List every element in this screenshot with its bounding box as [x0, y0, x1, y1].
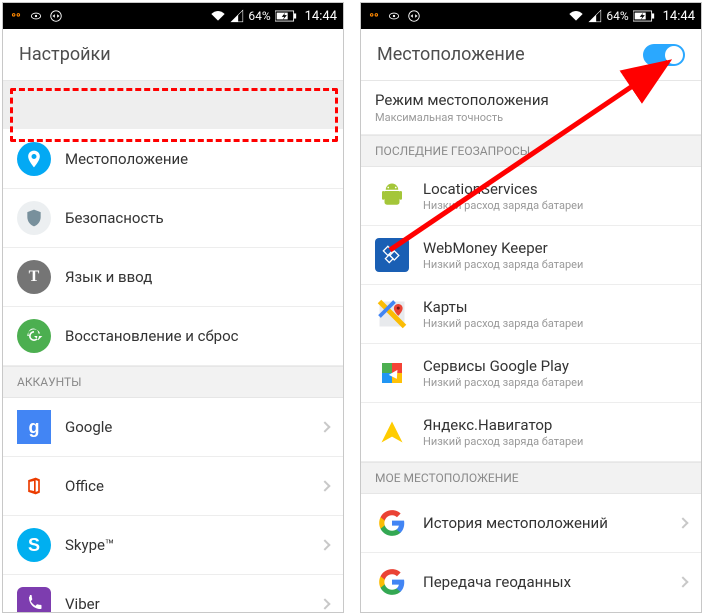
owl-icon [9, 9, 23, 23]
clock: 14:44 [305, 9, 337, 24]
section-accounts: АККАУНТЫ [3, 366, 343, 398]
settings-row-location[interactable]: Местоположение [3, 130, 343, 189]
office-icon [17, 469, 51, 503]
row-label: Skype™ [65, 536, 114, 554]
chevron-right-icon [677, 517, 688, 528]
account-row-google[interactable]: g Google [3, 398, 343, 457]
row-label: История местоположений [423, 514, 608, 532]
chevron-right-icon [319, 598, 330, 609]
status-bar: 64% 14:44 [361, 3, 701, 29]
app-name: Сервисы Google Play [423, 357, 583, 375]
row-geo-share[interactable]: Передача геоданных [361, 553, 701, 611]
android-robot-icon [375, 179, 409, 213]
owl-icon [367, 9, 381, 23]
row-label: Режим местоположения [375, 91, 687, 109]
section-my-location: МОЕ МЕСТОПОЛОЖЕНИЕ [361, 462, 701, 494]
settings-row-security[interactable]: Безопасность [3, 189, 343, 248]
app-name: Яндекс.Навигатор [423, 416, 583, 434]
row-location-history[interactable]: История местоположений [361, 494, 701, 553]
app-sub: Низкий расход заряда батареи [423, 199, 583, 212]
account-row-viber[interactable]: Viber [3, 575, 343, 613]
row-label: Язык и ввод [65, 268, 152, 286]
battery-percent: 64% [248, 9, 270, 23]
chevron-right-icon [319, 421, 330, 432]
app-sub: Низкий расход заряда батареи [423, 317, 583, 330]
teamviewer-icon [407, 9, 421, 23]
eye-icon [387, 9, 401, 23]
teamviewer-icon [49, 9, 63, 23]
section-recent-requests: ПОСЛЕДНИЕ ГЕОЗАПРОСЫ [361, 135, 701, 167]
account-row-skype[interactable]: S Skype™ [3, 516, 343, 575]
app-sub: Низкий расход заряда батареи [423, 435, 583, 448]
location-toggle[interactable] [643, 44, 685, 66]
google-icon: g [17, 410, 51, 444]
app-row-maps[interactable]: Карты Низкий расход заряда батареи [361, 285, 701, 344]
app-name: Карты [423, 298, 583, 316]
location-pin-icon [17, 142, 51, 176]
shield-icon [17, 201, 51, 235]
app-row-webmoney[interactable]: WebMoney Keeper Низкий расход заряда бат… [361, 226, 701, 285]
row-label: Безопасность [65, 209, 164, 227]
app-name: LocationServices [423, 180, 583, 198]
app-row-play-services[interactable]: Сервисы Google Play Низкий расход заряда… [361, 344, 701, 403]
row-label: Передача геоданных [423, 573, 571, 591]
google-g-icon [375, 506, 409, 540]
settings-row-location-mode[interactable]: Режим местоположения Максимальная точнос… [361, 81, 701, 135]
eye-icon [29, 9, 43, 23]
app-row-yandex-navigator[interactable]: Яндекс.Навигатор Низкий расход заряда ба… [361, 403, 701, 462]
wifi-icon [568, 9, 584, 23]
chevron-right-icon [319, 480, 330, 491]
row-sub: Максимальная точность [375, 111, 687, 124]
prev-row-peek [3, 81, 343, 129]
yandex-navigator-icon [375, 415, 409, 449]
chevron-right-icon [677, 576, 688, 587]
settings-row-backup-reset[interactable]: Восстановление и сброс [3, 307, 343, 366]
account-row-office[interactable]: Office [3, 457, 343, 516]
webmoney-icon [375, 238, 409, 272]
row-label: Viber [65, 595, 100, 613]
google-g-icon [375, 565, 409, 599]
chevron-right-icon [319, 539, 330, 550]
app-row-locationservices[interactable]: LocationServices Низкий расход заряда ба… [361, 167, 701, 226]
left-phone: 64% 14:44 Настройки Местоположение Безоп… [2, 2, 344, 613]
location-header: Местоположение [361, 29, 701, 81]
app-name: WebMoney Keeper [423, 239, 583, 257]
page-title: Местоположение [377, 44, 525, 65]
battery-icon [275, 10, 297, 22]
right-phone: 64% 14:44 Местоположение Режим местополо… [360, 2, 702, 613]
row-label: Office [65, 477, 104, 495]
row-label: Google [65, 418, 112, 436]
viber-icon [17, 587, 51, 613]
row-label: Восстановление и сброс [65, 327, 238, 345]
settings-row-language[interactable]: T Язык и ввод [3, 248, 343, 307]
signal-icon [588, 9, 602, 23]
play-services-icon [375, 356, 409, 390]
letter-t-icon: T [17, 260, 51, 294]
wifi-icon [210, 9, 226, 23]
battery-icon [633, 10, 655, 22]
app-sub: Низкий расход заряда батареи [423, 376, 583, 389]
row-label: Местоположение [65, 150, 188, 168]
status-bar: 64% 14:44 [3, 3, 343, 29]
refresh-icon [17, 319, 51, 353]
app-sub: Низкий расход заряда батареи [423, 258, 583, 271]
signal-icon [230, 9, 244, 23]
battery-percent: 64% [606, 9, 628, 23]
settings-header: Настройки [3, 29, 343, 81]
skype-icon: S [17, 528, 51, 562]
page-title: Настройки [19, 44, 111, 65]
google-maps-icon [375, 297, 409, 331]
clock: 14:44 [663, 9, 695, 24]
